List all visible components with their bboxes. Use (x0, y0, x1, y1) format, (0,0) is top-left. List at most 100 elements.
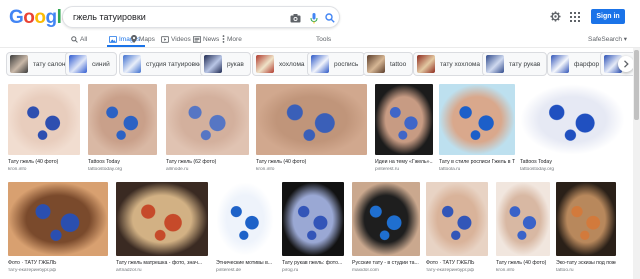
chip-thumbnail (123, 55, 141, 73)
chip-thumbnail (417, 55, 435, 73)
logo-letter: o (23, 7, 35, 28)
related-search-chip[interactable]: фарфор (547, 52, 607, 76)
related-search-chip[interactable]: роспись (307, 52, 366, 76)
related-search-chip[interactable]: тату хохлома (413, 52, 488, 76)
image-result[interactable]: Тату в стиле росписи Гжель в Туле tattool… (439, 84, 515, 177)
settings-icon[interactable] (550, 9, 561, 27)
camera-icon[interactable] (288, 11, 302, 25)
result-title[interactable]: Этнические мотивы в... (216, 260, 274, 266)
result-title[interactable]: Идеи на тему «Гжель»... (375, 159, 433, 165)
chip-thumbnail (486, 55, 504, 73)
result-title[interactable]: Тату рукав гжель: фото... (282, 260, 344, 266)
result-title[interactable]: Фото · ТАТУ ГЖЕЛЬ (426, 260, 488, 266)
search-box[interactable]: гжель татуировки (62, 6, 340, 28)
result-source: maxidol.com (352, 268, 379, 273)
result-thumbnail[interactable] (216, 182, 274, 256)
search-icon[interactable] (323, 11, 337, 25)
image-result[interactable]: Фото · ТАТУ ГЖЕЛЬ тату-екатеринбург.рф (426, 182, 488, 278)
chevron-right-icon (624, 60, 629, 68)
related-search-chip[interactable]: хохлома (252, 52, 312, 76)
chip-label: фарфор (574, 60, 600, 68)
related-search-chip[interactable]: рукав (200, 52, 251, 76)
result-title[interactable]: Тату гжель (40 фото) (256, 159, 367, 165)
chip-label: тату рукав (509, 60, 541, 68)
chip-label: хохлома (279, 60, 305, 68)
search-input[interactable]: гжель татуировки (73, 12, 146, 22)
result-thumbnail[interactable] (556, 182, 616, 256)
tools-button[interactable]: Tools (316, 33, 331, 45)
logo-letter: G (9, 7, 24, 28)
result-title[interactable]: Фото · ТАТУ ГЖЕЛЬ (8, 260, 108, 266)
chip-label: синий (92, 60, 110, 68)
result-thumbnail[interactable] (166, 84, 249, 155)
result-title[interactable]: Тату в стиле росписи Гжель в Туле (439, 159, 515, 165)
microphone-icon[interactable] (307, 11, 321, 25)
tab-label: More (227, 35, 242, 43)
result-source: pinterest.de (216, 268, 242, 273)
result-thumbnail[interactable] (282, 182, 344, 256)
search-icon (71, 35, 78, 43)
image-result[interactable]: Идеи на тему «Гжель»... pinterest.ru (375, 84, 433, 177)
result-thumbnail[interactable] (496, 182, 550, 256)
result-title[interactable]: Тату гжель (62 фото) (166, 159, 249, 165)
image-result[interactable]: Тату гжель (40 фото) kron.info (496, 182, 550, 278)
tab-label: Maps (139, 35, 155, 43)
safesearch-toggle[interactable]: SafeSearch ▾ (588, 35, 627, 43)
chip-label: tattoo (390, 60, 407, 68)
image-result[interactable]: Tattoos Today tattoostoday.org (520, 84, 625, 177)
scrollbar-thumb[interactable] (634, 50, 639, 120)
related-search-chip[interactable]: тату салон (6, 52, 73, 76)
tab-label: Videos (171, 35, 191, 43)
result-title[interactable]: Tattoos Today (88, 159, 157, 165)
video-icon (161, 35, 169, 43)
image-result[interactable]: Тату гжель (62 фото) allmode.ru (166, 84, 249, 177)
result-thumbnail[interactable] (256, 84, 367, 155)
result-title[interactable]: Тату гжель (40 фото) (496, 260, 550, 266)
result-source: allmode.ru (166, 167, 189, 172)
image-result[interactable]: Фото · ТАТУ ГЖЕЛЬ тату-екатеринбург.рф (8, 182, 108, 278)
tab-more[interactable]: More (222, 33, 242, 45)
sign-in-button[interactable]: Sign in (591, 9, 625, 24)
result-thumbnail[interactable] (439, 84, 515, 155)
tab-videos[interactable]: Videos (161, 33, 191, 45)
result-title[interactable]: Тату гжель матрешка - фото, знач... (116, 260, 208, 266)
image-result[interactable]: Эко-тату эскизы под пожель... tattoo.ru (556, 182, 616, 278)
result-title[interactable]: Tattoos Today (520, 159, 625, 165)
result-source: tattoostoday.org (520, 167, 555, 172)
tab-maps[interactable]: Maps (131, 33, 155, 45)
tab-label: All (80, 35, 88, 43)
result-thumbnail[interactable] (116, 182, 208, 256)
chip-label: тату салон (33, 60, 66, 68)
result-title[interactable]: Тату гжель (40 фото) (8, 159, 80, 165)
apps-icon[interactable] (570, 9, 580, 27)
result-title[interactable]: Русские тату - в студии та... (352, 260, 420, 266)
image-result[interactable]: Тату гжель матрешка - фото, знач... artna… (116, 182, 208, 278)
related-search-chip[interactable]: студия татуировки (119, 52, 209, 76)
related-search-chip[interactable]: тату рукав (482, 52, 548, 76)
image-result[interactable]: Этнические мотивы в... pinterest.de (216, 182, 274, 278)
image-result[interactable]: Тату рукав гжель: фото... pirog.ru (282, 182, 344, 278)
chip-thumbnail (204, 55, 222, 73)
tab-news[interactable]: News (193, 33, 219, 45)
tab-all[interactable]: All (71, 33, 87, 45)
result-thumbnail[interactable] (520, 84, 625, 155)
tools-label: Tools (316, 35, 332, 43)
result-source: pirog.ru (282, 268, 299, 273)
chips-next-button[interactable] (618, 56, 634, 72)
result-thumbnail[interactable] (88, 84, 157, 155)
image-result[interactable]: Русские тату - в студии та... maxidol.com (352, 182, 420, 278)
image-result[interactable]: Тату гжель (40 фото) kron.info (256, 84, 367, 177)
result-thumbnail[interactable] (8, 84, 80, 155)
result-thumbnail[interactable] (375, 84, 433, 155)
chip-thumbnail (69, 55, 87, 73)
result-thumbnail[interactable] (8, 182, 108, 256)
image-result[interactable]: Тату гжель (40 фото) kron.info (8, 84, 80, 177)
map-pin-icon (131, 35, 137, 43)
related-search-chip[interactable]: синий (65, 52, 117, 76)
result-thumbnail[interactable] (352, 182, 420, 256)
result-title[interactable]: Эко-тату эскизы под пожель... (556, 260, 616, 266)
chip-label: роспись (334, 60, 359, 68)
related-search-chip[interactable]: tattoo (363, 52, 414, 76)
result-thumbnail[interactable] (426, 182, 488, 256)
image-result[interactable]: Tattoos Today tattoostoday.org (88, 84, 157, 177)
